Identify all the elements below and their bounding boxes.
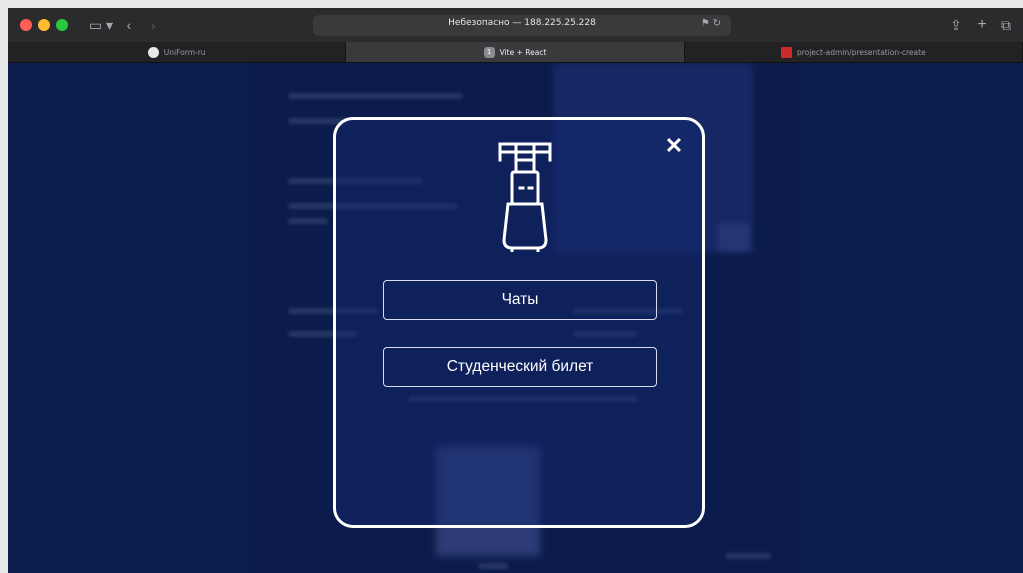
browser-window: ▭ ▾ ‹ › Небезопасно — 188.225.25.228 ⚑ ↻… [8,8,1023,573]
back-arrow-icon[interactable]: ‹ [122,15,136,35]
background-right-panel [798,63,1023,573]
sidebar-toggle-icon[interactable]: ▭ ▾ [88,15,114,35]
reload-icon[interactable]: ↻ [713,18,721,29]
tab-vite-react[interactable]: 1 Vite + React [346,42,685,62]
background-left-panel [8,63,248,573]
blurred-text-line [288,218,328,224]
tab-label: UniForm-ru [163,47,206,57]
page-content: ✕ Чаты Студенческий билет [8,63,1023,573]
blurred-text-line [726,553,771,559]
chats-button[interactable]: Чаты [383,280,657,320]
new-tab-icon[interactable]: + [974,15,990,35]
tab-uniform[interactable]: UniForm-ru [8,42,347,62]
tab-label: project-admin/presentation-create [796,47,926,57]
student-ticket-button[interactable]: Студенческий билет [383,347,657,387]
translate-reload-icons[interactable]: ⚑ ↻ [701,18,721,29]
forward-arrow-icon[interactable]: › [146,15,160,35]
tab-overview-icon[interactable]: ⧉ [998,15,1014,35]
minimize-window-button[interactable] [38,19,50,31]
tab-project-admin[interactable]: project-admin/presentation-create [685,42,1023,62]
blurred-block [718,223,750,251]
close-window-button[interactable] [20,19,32,31]
tab-number-badge: 1 [483,46,495,58]
blurred-text-line [288,93,463,99]
address-text: Небезопасно — 188.225.25.228 [448,18,596,28]
robot-logo-icon [498,142,552,252]
translate-icon[interactable]: ⚑ [701,18,710,29]
tab-label: Vite + React [499,47,547,57]
tab-strip: UniForm-ru 1 Vite + React project-admin/… [8,42,1023,63]
menu-modal: ✕ Чаты Студенческий билет [333,117,705,528]
browser-toolbar: ▭ ▾ ‹ › Небезопасно — 188.225.25.228 ⚑ ↻… [8,8,1023,42]
github-icon [147,46,159,58]
favicon-icon [780,46,792,58]
share-icon[interactable]: ⇪ [948,15,964,35]
fullscreen-window-button[interactable] [56,19,68,31]
address-bar[interactable]: Небезопасно — 188.225.25.228 ⚑ ↻ [313,15,731,36]
close-icon[interactable]: ✕ [662,134,686,158]
blurred-text-line [478,563,508,569]
